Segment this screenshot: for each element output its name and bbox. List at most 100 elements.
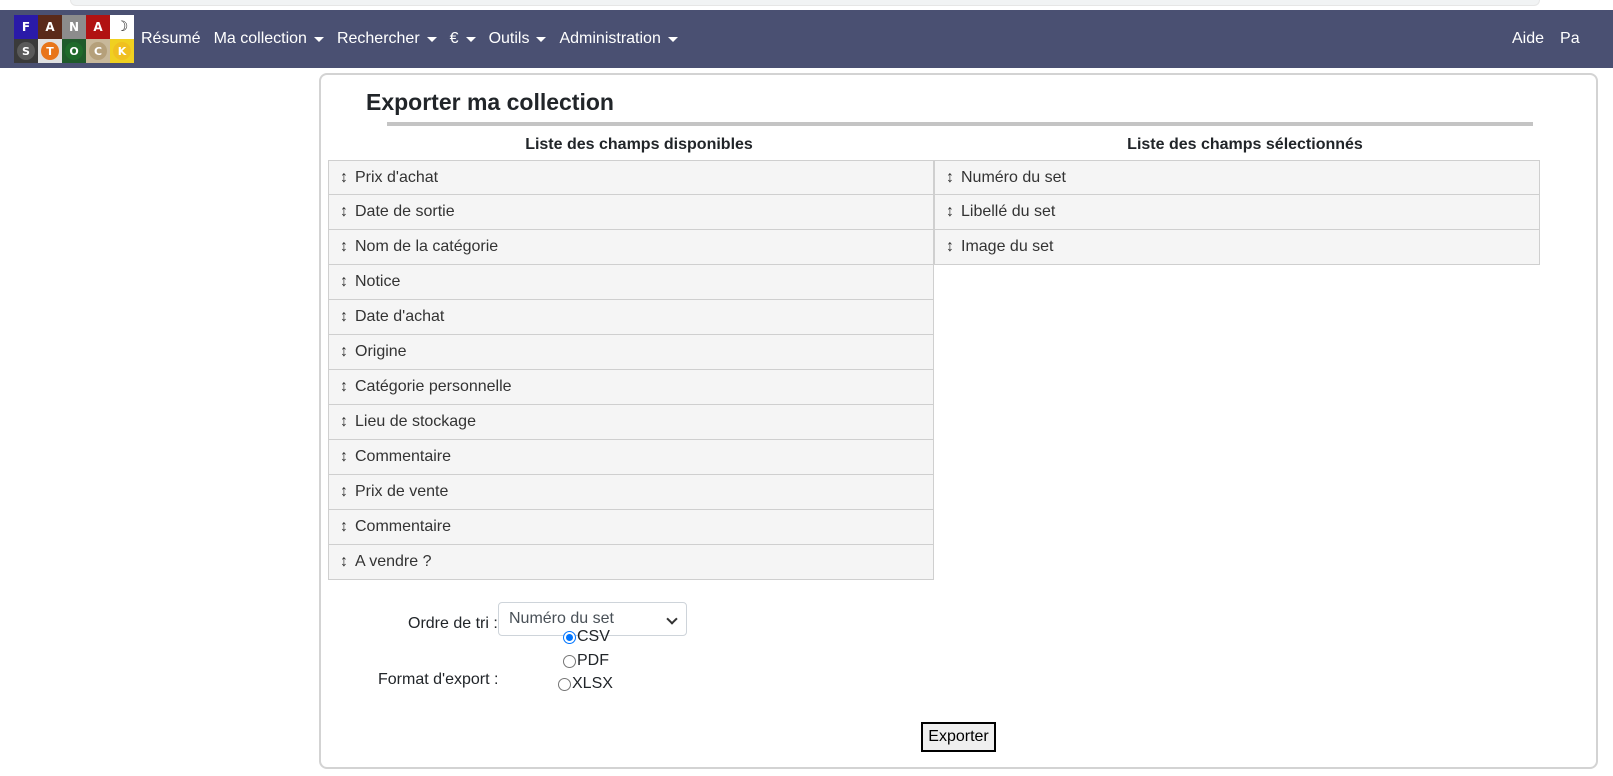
logo-tile: A (38, 15, 62, 39)
format-radio-0[interactable]: CSV (563, 628, 610, 646)
field-row[interactable]: ↕ Libellé du set (934, 195, 1540, 230)
vertical-resize-arrow-icon: ↕ (946, 238, 954, 255)
nav-item-label: Outils (488, 30, 530, 47)
logo-letter: C (89, 42, 107, 60)
nav-item-5[interactable]: Administration (559, 30, 678, 48)
vertical-resize-arrow-icon: ↕ (340, 168, 348, 186)
field-row[interactable]: ↕ Commentaire (328, 440, 934, 475)
sort-order-label: Ordre de tri : (408, 615, 498, 632)
logo-tile: O (62, 39, 86, 63)
export-card: Exporter ma collection Liste des champs … (319, 73, 1598, 769)
fanastock-logo[interactable]: F A N A ☽ S T O C K (14, 15, 136, 63)
field-label: Commentaire (355, 448, 452, 465)
logo-tile: F (14, 15, 38, 39)
field-label: Lieu de stockage (355, 413, 476, 430)
field-label: Commentaire (355, 518, 452, 535)
logo-tile: N (62, 15, 86, 39)
logo-letter: A (93, 20, 103, 34)
vertical-resize-arrow-icon: ↕ (340, 308, 348, 325)
format-radio-2[interactable]: XLSX (558, 675, 613, 693)
title-divider (387, 122, 1533, 126)
field-label: Nom de la catégorie (355, 238, 499, 255)
logo-letter: K (113, 42, 131, 60)
field-label: Prix de vente (355, 483, 449, 500)
export-button[interactable]: Exporter (921, 722, 996, 752)
vertical-resize-arrow-icon: ↕ (340, 343, 348, 360)
format-radio-1[interactable]: PDF (563, 652, 609, 670)
vertical-resize-arrow-icon: ↕ (340, 483, 348, 500)
nav-item-label: Administration (559, 30, 661, 47)
field-row[interactable]: ↕ Catégorie personnelle (328, 370, 934, 405)
field-label: Numéro du set (961, 168, 1066, 186)
sort-order-value: Numéro du set (509, 610, 614, 627)
field-row[interactable]: ↕ Origine (328, 335, 934, 370)
nav-right-item-1[interactable]: Pa (1560, 30, 1580, 48)
caret-down-icon (313, 36, 324, 42)
nav-item-label: Résumé (141, 30, 201, 47)
format-radio-label: CSV (577, 628, 610, 645)
nav-item-2[interactable]: Rechercher (337, 30, 437, 48)
field-label: Date d'achat (355, 308, 445, 325)
caret-down-icon (465, 36, 476, 42)
vertical-resize-arrow-icon: ↕ (340, 378, 348, 395)
nav-item-0[interactable]: Résumé (141, 30, 201, 48)
caret-down-icon (667, 36, 678, 42)
caret-down-icon (426, 36, 437, 42)
field-label: A vendre ? (355, 553, 432, 570)
nav-right-menu: Aide Pa (1512, 10, 1580, 68)
vertical-resize-arrow-icon: ↕ (340, 203, 348, 220)
vertical-resize-arrow-icon: ↕ (340, 238, 348, 255)
nav-right-item-0[interactable]: Aide (1512, 30, 1544, 48)
field-label: Libellé du set (961, 203, 1056, 220)
logo-letter: A (45, 20, 55, 34)
field-label: Notice (355, 273, 401, 290)
logo-letter: S (17, 42, 35, 60)
nav-item-3[interactable]: € (450, 30, 476, 48)
selected-fields-title: Liste des champs sélectionnés (1127, 136, 1363, 153)
nav-item-label: € (449, 30, 459, 47)
field-row[interactable]: ↕ Date de sortie (328, 195, 934, 230)
field-label: Origine (355, 343, 407, 360)
chevron-down-icon (666, 613, 678, 625)
field-row[interactable]: ↕ Notice (328, 265, 934, 300)
nav-item-label: Rechercher (336, 30, 420, 47)
available-fields-list: ↕ Prix d'achat ↕ Date de sortie ↕ Nom de la c… (328, 160, 934, 580)
logo-tile: S (14, 39, 38, 63)
field-row[interactable]: ↕ A vendre ? (328, 545, 934, 580)
field-row[interactable]: ↕ Nom de la catégorie (328, 230, 934, 265)
format-radio-label: PDF (577, 652, 609, 669)
field-label: Prix d'achat (355, 168, 439, 186)
field-label: Catégorie personnelle (355, 378, 512, 395)
browser-tab-edge (70, 0, 1540, 6)
nav-item-4[interactable]: Outils (489, 30, 547, 48)
field-row[interactable]: ↕ Prix d'achat (328, 160, 934, 195)
vertical-resize-arrow-icon: ↕ (946, 203, 954, 220)
logo-tile: T (38, 39, 62, 63)
radio-circle-icon[interactable] (563, 630, 576, 644)
radio-circle-icon[interactable] (558, 677, 571, 691)
field-row[interactable]: ↕ Date d'achat (328, 300, 934, 335)
field-row[interactable]: ↕ Prix de vente (328, 475, 934, 510)
logo-tile: A (86, 15, 110, 39)
nav-item-label: Ma collection (213, 30, 307, 47)
logo-tile: K (110, 39, 134, 63)
logo-tile: ☽ (110, 15, 134, 39)
field-row[interactable]: ↕ Lieu de stockage (328, 405, 934, 440)
radio-circle-icon[interactable] (563, 654, 576, 668)
vertical-resize-arrow-icon: ↕ (340, 448, 348, 465)
vertical-resize-arrow-icon: ↕ (340, 553, 348, 570)
field-row[interactable]: ↕ Numéro du set (934, 160, 1540, 195)
available-fields-title: Liste des champs disponibles (525, 136, 753, 153)
export-format-label: Format d'export : (378, 671, 499, 688)
selected-fields-list: ↕ Numéro du set ↕ Libellé du set ↕ Image du s… (934, 160, 1540, 265)
field-label: Date de sortie (355, 203, 455, 220)
vertical-resize-arrow-icon: ↕ (946, 168, 954, 186)
page-title: Exporter ma collection (366, 89, 614, 115)
field-row[interactable]: ↕ Commentaire (328, 510, 934, 545)
logo-tile: C (86, 39, 110, 63)
vertical-resize-arrow-icon: ↕ (340, 518, 348, 535)
field-row[interactable]: ↕ Image du set (934, 230, 1540, 265)
browser-top-strip (0, 0, 1613, 10)
nav-item-1[interactable]: Ma collection (214, 30, 324, 48)
nav-menu: Résumé Ma collection Rechercher € Outils Admi… (141, 10, 691, 68)
